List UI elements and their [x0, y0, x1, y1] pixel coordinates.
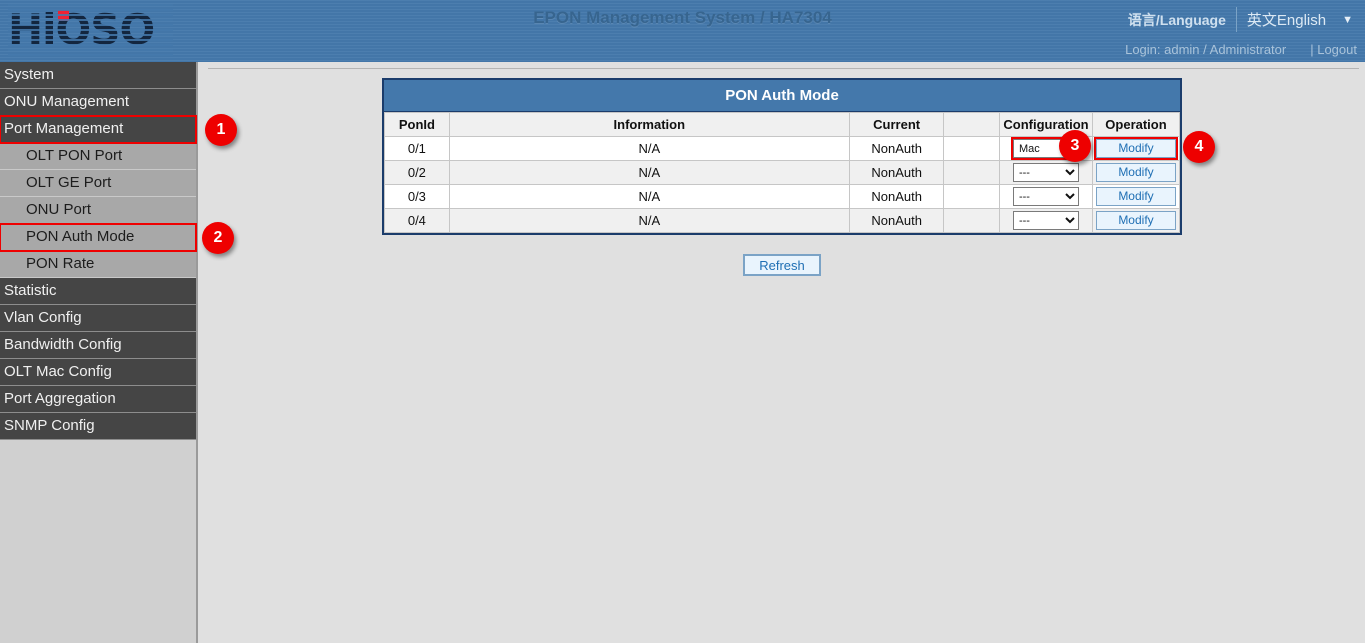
- modify-button-wrapper: Modify: [1095, 210, 1177, 231]
- cell-operation: Modify: [1092, 161, 1179, 185]
- login-user-text: Login: admin / Administrator: [1125, 42, 1286, 57]
- modify-button[interactable]: Modify: [1096, 139, 1176, 158]
- config-select[interactable]: ---MacLoidLoidPasswordMacPassword: [1013, 187, 1079, 206]
- cell-current: NonAuth: [849, 209, 944, 233]
- sidebar-item-label: PON Rate: [26, 255, 94, 272]
- column-header-ponid: PonId: [385, 113, 450, 137]
- cell-operation: Modify: [1092, 137, 1179, 161]
- sidebar-item-snmp-config[interactable]: SNMP Config: [0, 413, 196, 440]
- cell-information: N/A: [449, 137, 849, 161]
- cell-configuration: ---MacLoidLoidPasswordMacPassword: [1000, 185, 1093, 209]
- column-header-operation: Operation: [1092, 113, 1179, 137]
- sidebar-item-port-aggregation[interactable]: Port Aggregation: [0, 386, 196, 413]
- language-switcher: 语言/Language 英文English ▼: [1128, 7, 1357, 32]
- chevron-down-icon: ▼: [1342, 14, 1353, 26]
- sidebar-item-label: SNMP Config: [4, 417, 95, 434]
- sidebar-item-label: Statistic: [4, 282, 57, 299]
- sidebar-item-label: Port Management: [4, 120, 123, 137]
- sidebar-item-label: ONU Port: [26, 201, 91, 218]
- sidebar-item-onu-management[interactable]: ONU Management: [0, 89, 196, 116]
- sidebar-item-olt-ge-port[interactable]: OLT GE Port: [0, 170, 196, 197]
- cell-operation: Modify: [1092, 185, 1179, 209]
- sidebar-item-label: OLT Mac Config: [4, 363, 112, 380]
- table-header-row: PonId Information Current Configuration …: [385, 113, 1180, 137]
- panel-title: PON Auth Mode: [384, 80, 1180, 112]
- sidebar-nav: System ONU Management Port Management OLT P…: [0, 62, 198, 643]
- cell-current: NonAuth: [849, 137, 944, 161]
- cell-configuration: ---MacLoidLoidPasswordMacPassword: [1000, 209, 1093, 233]
- cell-ponid: 0/4: [385, 209, 450, 233]
- modify-button[interactable]: Modify: [1096, 163, 1176, 182]
- language-label: 语言/Language: [1128, 10, 1226, 30]
- modify-button-wrapper: Modify: [1095, 138, 1177, 159]
- cell-ponid: 0/1: [385, 137, 450, 161]
- table-row: 0/3N/ANonAuth ---MacLoidLoidPasswordMacPa…: [385, 185, 1180, 209]
- content-top-divider: [208, 68, 1359, 69]
- cell-current: NonAuth: [849, 185, 944, 209]
- cell-current: NonAuth: [849, 161, 944, 185]
- sidebar-item-label: PON Auth Mode: [26, 228, 134, 245]
- table-row: 0/2N/ANonAuth ---MacLoidLoidPasswordMacPa…: [385, 161, 1180, 185]
- column-header-information: Information: [449, 113, 849, 137]
- refresh-button-container: Refresh: [382, 254, 1182, 276]
- sidebar-item-label: ONU Management: [4, 93, 129, 110]
- config-select[interactable]: ---MacLoidLoidPasswordMacPassword: [1013, 163, 1079, 182]
- sidebar-item-vlan-config[interactable]: Vlan Config: [0, 305, 196, 332]
- pon-auth-table: PonId Information Current Configuration …: [384, 112, 1180, 233]
- cell-information: N/A: [449, 161, 849, 185]
- config-select-wrapper: ---MacLoidLoidPasswordMacPassword: [1012, 162, 1080, 183]
- sidebar-item-label: System: [4, 66, 54, 83]
- cell-spacer: [944, 209, 1000, 233]
- step-badge-1: 1: [205, 114, 237, 146]
- login-info-bar: Login: admin / Administrator | Logout: [1125, 42, 1357, 57]
- sidebar-item-port-management[interactable]: Port Management: [0, 116, 196, 143]
- cell-ponid: 0/2: [385, 161, 450, 185]
- sidebar-item-olt-pon-port[interactable]: OLT PON Port: [0, 143, 196, 170]
- modify-button[interactable]: Modify: [1096, 211, 1176, 230]
- modify-button-wrapper: Modify: [1095, 186, 1177, 207]
- modify-button[interactable]: Modify: [1096, 187, 1176, 206]
- sidebar-item-system[interactable]: System: [0, 62, 196, 89]
- sidebar-item-onu-port[interactable]: ONU Port: [0, 197, 196, 224]
- column-header-current: Current: [849, 113, 944, 137]
- sidebar-item-label: OLT GE Port: [26, 174, 111, 191]
- step-badge-3: 3: [1059, 130, 1091, 162]
- config-select-wrapper: ---MacLoidLoidPasswordMacPassword: [1012, 186, 1080, 207]
- column-header-spacer: [944, 113, 1000, 137]
- sidebar-item-label: Bandwidth Config: [4, 336, 122, 353]
- cell-information: N/A: [449, 185, 849, 209]
- modify-button-wrapper: Modify: [1095, 162, 1177, 183]
- cell-configuration: ---MacLoidLoidPasswordMacPassword: [1000, 161, 1093, 185]
- page-header: HiOSO EPON Management System / HA7304 语言…: [0, 0, 1365, 62]
- cell-information: N/A: [449, 209, 849, 233]
- cell-operation: Modify: [1092, 209, 1179, 233]
- sidebar-item-bandwidth-config[interactable]: Bandwidth Config: [0, 332, 196, 359]
- language-selected-value: 英文English: [1247, 9, 1326, 30]
- sidebar-item-pon-rate[interactable]: PON Rate: [0, 251, 196, 278]
- config-select[interactable]: ---MacLoidLoidPasswordMacPassword: [1013, 211, 1079, 230]
- config-select-wrapper: ---MacLoidLoidPasswordMacPassword: [1012, 210, 1080, 231]
- language-select[interactable]: 英文English ▼: [1236, 7, 1357, 32]
- cell-ponid: 0/3: [385, 185, 450, 209]
- sidebar-item-label: Port Aggregation: [4, 390, 116, 407]
- step-badge-4: 4: [1183, 131, 1215, 163]
- logout-link[interactable]: | Logout: [1310, 42, 1357, 57]
- table-row: 0/4N/ANonAuth ---MacLoidLoidPasswordMacPa…: [385, 209, 1180, 233]
- refresh-button[interactable]: Refresh: [743, 254, 821, 276]
- sidebar-item-label: Vlan Config: [4, 309, 82, 326]
- sidebar-item-olt-mac-config[interactable]: OLT Mac Config: [0, 359, 196, 386]
- sidebar-item-pon-auth-mode[interactable]: PON Auth Mode: [0, 224, 196, 251]
- cell-spacer: [944, 161, 1000, 185]
- cell-spacer: [944, 137, 1000, 161]
- sidebar-item-statistic[interactable]: Statistic: [0, 278, 196, 305]
- step-badge-2: 2: [202, 222, 234, 254]
- cell-spacer: [944, 185, 1000, 209]
- sidebar-item-label: OLT PON Port: [26, 147, 122, 164]
